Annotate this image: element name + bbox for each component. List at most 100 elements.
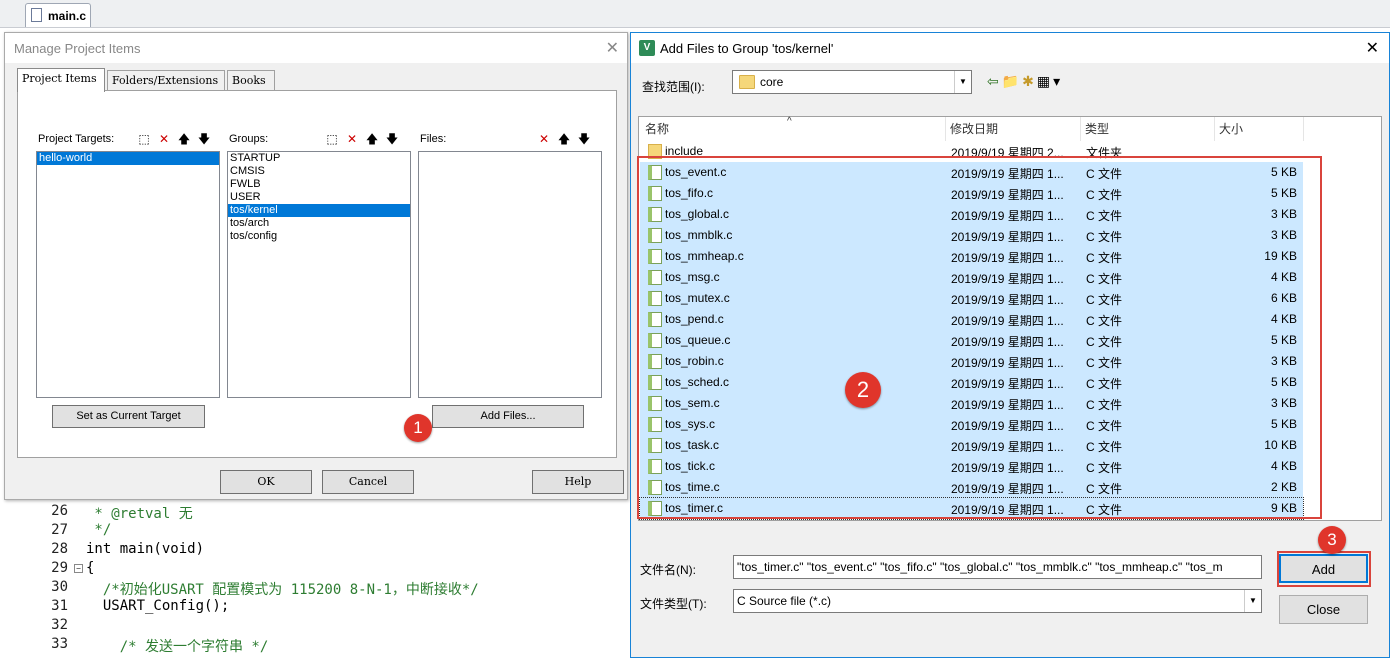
new-icon[interactable]: ⬚	[324, 131, 340, 147]
step-badge-3: 3	[1318, 526, 1346, 554]
delete-icon[interactable]: ✕	[156, 131, 172, 147]
lookin-dropdown[interactable]: core ▼	[732, 70, 972, 94]
files-toolbar: ✕ 🡅 🡇	[532, 131, 592, 147]
list-item[interactable]: hello-world	[37, 152, 219, 165]
step-badge-2: 2	[845, 372, 881, 408]
lookin-label: 查找范围(I):	[642, 80, 705, 94]
fold-toggle-icon[interactable]: −	[74, 564, 83, 573]
targets-toolbar: ⬚ ✕ 🡅 🡇	[132, 131, 212, 147]
ok-button[interactable]: OK	[220, 470, 312, 494]
list-item[interactable]: tos/config	[228, 230, 410, 243]
line-number: 30	[51, 579, 68, 595]
lookin-value: core	[760, 75, 784, 89]
code-line: 29−{	[0, 560, 630, 579]
filename-input[interactable]: "tos_timer.c" "tos_event.c" "tos_fifo.c"…	[733, 555, 1262, 579]
add-files-button[interactable]: Add Files...	[432, 405, 584, 428]
keil-app-icon: V	[639, 40, 655, 56]
add-highlight-box	[1277, 551, 1371, 587]
col-size[interactable]: 大小	[1219, 120, 1243, 137]
editor-tabstrip: main.c	[0, 0, 1390, 28]
col-date[interactable]: 修改日期	[950, 120, 998, 137]
close-icon[interactable]: ✕	[1366, 38, 1379, 58]
sort-arrow-icon: ^	[787, 116, 792, 127]
list-item[interactable]: USER	[228, 191, 410, 204]
targets-list[interactable]: hello-world	[36, 151, 220, 398]
code-area[interactable]: 26 * @retval 无 27 */28 int main(void) 29−{3…	[0, 500, 630, 658]
tab-label: main.c	[48, 9, 87, 23]
dialog-title: Manage Project Items	[14, 41, 141, 56]
targets-label: Project Targets:	[38, 133, 115, 145]
chevron-down-icon[interactable]: ▼	[954, 71, 971, 93]
chevron-down-icon[interactable]: ▼	[1244, 590, 1261, 612]
col-divider	[1303, 117, 1304, 141]
filetype-select[interactable]: C Source file (*.c) ▼	[733, 589, 1262, 613]
code-line: 26 * @retval 无	[0, 503, 630, 522]
move-up-icon[interactable]: 🡅	[176, 131, 192, 147]
step-badge-1: 1	[404, 414, 432, 442]
dialog-title: Add Files to Group 'tos/kernel'	[660, 41, 834, 56]
code-text: int main(void)	[86, 541, 205, 557]
move-up-icon[interactable]: 🡅	[556, 131, 572, 147]
files-list[interactable]	[418, 151, 602, 398]
set-current-target-button[interactable]: Set as Current Target	[52, 405, 205, 428]
line-number: 28	[51, 541, 68, 557]
col-divider	[945, 117, 946, 141]
list-item[interactable]: STARTUP	[228, 152, 410, 165]
code-text: /*初始化USART 配置模式为 115200 8-N-1，中断接收*/	[86, 582, 479, 598]
manage-project-items-dialog: Manage Project Items ✕ Project Items Fol…	[4, 32, 628, 500]
view-menu-icon[interactable]: ▦▾	[1037, 73, 1063, 89]
code-text: * @retval 无	[86, 506, 193, 522]
code-text: USART_Config();	[86, 598, 230, 614]
folder-icon	[739, 75, 755, 89]
code-line: 31 USART_Config();	[0, 598, 630, 617]
delete-icon[interactable]: ✕	[344, 131, 360, 147]
list-item[interactable]: tos/kernel	[228, 204, 410, 217]
code-line: 30 /*初始化USART 配置模式为 115200 8-N-1，中断接收*/	[0, 579, 630, 598]
tab-project-items[interactable]: Project Items	[17, 68, 105, 92]
move-up-icon[interactable]: 🡅	[364, 131, 380, 147]
line-number: 29	[51, 560, 68, 576]
new-folder-icon[interactable]: ✱	[1022, 73, 1037, 89]
tab-folders-extensions[interactable]: Folders/Extensions	[107, 70, 225, 91]
selection-highlight-box	[637, 156, 1322, 519]
filetype-value: C Source file (*.c)	[737, 594, 832, 608]
move-down-icon[interactable]: 🡇	[196, 131, 212, 147]
line-number: 26	[51, 503, 68, 519]
groups-label: Groups:	[229, 133, 269, 145]
code-text: */	[86, 522, 112, 538]
cancel-button[interactable]: Cancel	[322, 470, 414, 494]
tab-main-c[interactable]: main.c	[25, 3, 91, 27]
code-line: 27 */	[0, 522, 630, 541]
close-button[interactable]: Close	[1279, 595, 1368, 624]
list-item[interactable]: FWLB	[228, 178, 410, 191]
up-folder-icon[interactable]: 📁	[1002, 73, 1022, 89]
tab-books[interactable]: Books	[227, 70, 275, 91]
file-icon	[31, 8, 42, 22]
delete-icon[interactable]: ✕	[536, 131, 552, 147]
list-item[interactable]: CMSIS	[228, 165, 410, 178]
groups-list[interactable]: STARTUP CMSIS FWLB USER tos/kernel tos/arch to…	[227, 151, 411, 398]
move-down-icon[interactable]: 🡇	[384, 131, 400, 147]
col-type[interactable]: 类型	[1085, 120, 1109, 137]
col-name[interactable]: 名称	[645, 120, 669, 137]
move-down-icon[interactable]: 🡇	[576, 131, 592, 147]
groups-toolbar: ⬚ ✕ 🡅 🡇	[320, 131, 400, 147]
line-number: 33	[51, 636, 68, 652]
file-list-header: 名称 ^ 修改日期 类型 大小	[639, 116, 1381, 141]
back-icon[interactable]: ⇦	[987, 73, 1002, 89]
filename-label: 文件名(N):	[640, 563, 696, 577]
code-text: /* 发送一个字符串 */	[86, 639, 269, 655]
nav-toolbar: ⇦📁✱▦▾	[987, 73, 1063, 90]
col-divider	[1080, 117, 1081, 141]
close-icon[interactable]: ✕	[606, 38, 619, 58]
line-number: 31	[51, 598, 68, 614]
line-number: 27	[51, 522, 68, 538]
list-item[interactable]: tos/arch	[228, 217, 410, 230]
help-button[interactable]: Help	[532, 470, 624, 494]
new-icon[interactable]: ⬚	[136, 131, 152, 147]
files-label: Files:	[420, 133, 447, 145]
col-divider	[1214, 117, 1215, 141]
filetype-label: 文件类型(T):	[640, 597, 707, 611]
code-line: 28 int main(void)	[0, 541, 630, 560]
project-items-panel: Project Targets: ⬚ ✕ 🡅 🡇 hello-world Groups…	[17, 90, 617, 458]
